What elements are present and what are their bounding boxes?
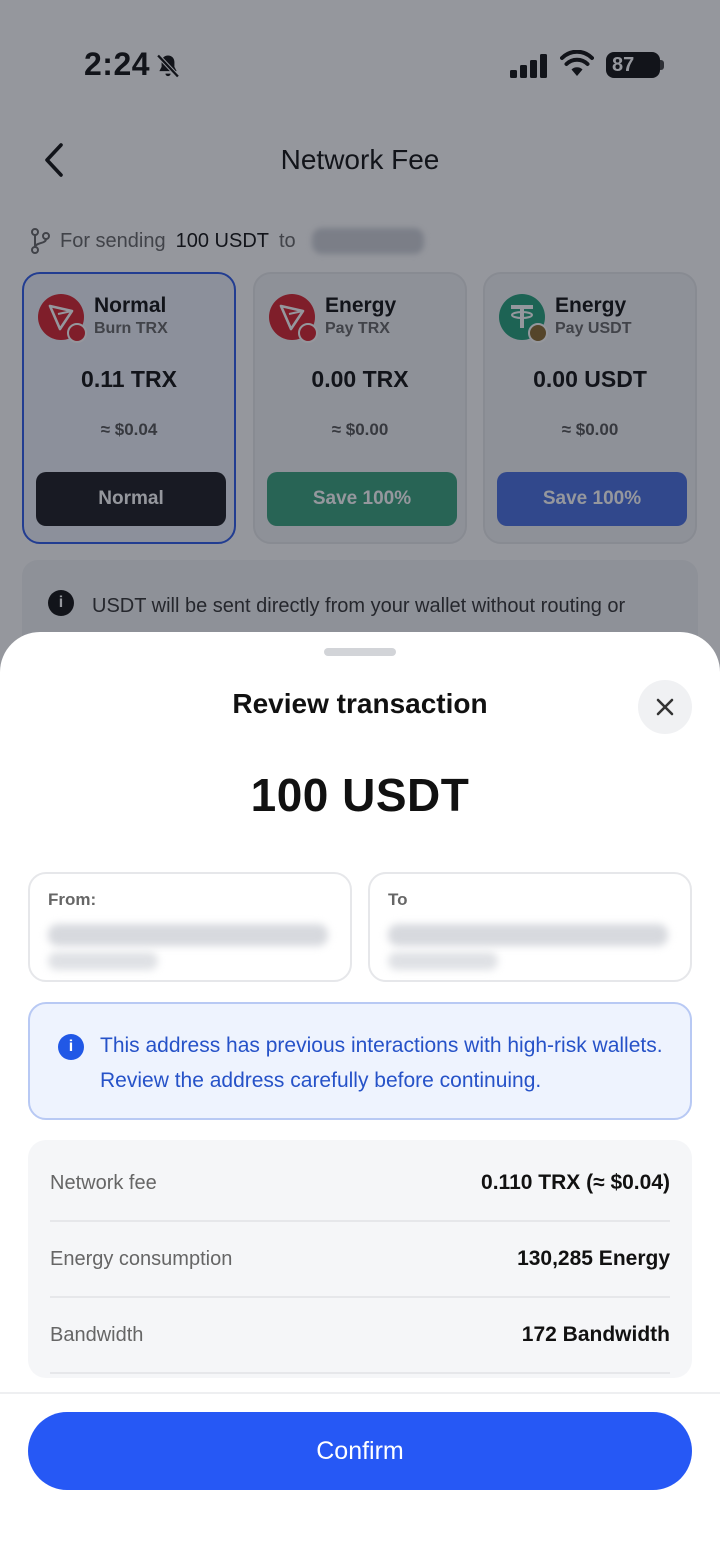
from-label: From: xyxy=(48,890,97,909)
confirm-button[interactable]: Confirm xyxy=(28,1412,692,1490)
detail-value: 0.110 TRX (≈ $0.04) xyxy=(481,1171,670,1194)
from-address-blurred xyxy=(48,924,328,946)
detail-label: Network fee xyxy=(50,1171,157,1194)
detail-label: Bandwidth xyxy=(50,1323,144,1346)
from-address-blurred-line2 xyxy=(48,952,158,970)
close-icon xyxy=(656,698,674,716)
detail-value: 130,285 Energy xyxy=(517,1247,670,1270)
to-address-blurred-line2 xyxy=(388,952,498,970)
detail-row-energy: Energy consumption 130,285 Energy xyxy=(50,1222,670,1298)
sheet-title: Review transaction xyxy=(232,688,488,719)
detail-row-bandwidth: Bandwidth 172 Bandwidth xyxy=(50,1298,670,1374)
to-address-box[interactable]: To xyxy=(368,872,692,982)
to-address-blurred xyxy=(388,924,668,946)
detail-label: Energy consumption xyxy=(50,1247,233,1270)
to-label: To xyxy=(388,890,408,909)
fee-details: Network fee 0.110 TRX (≈ $0.04) Energy c… xyxy=(28,1140,692,1378)
sheet-grabber[interactable] xyxy=(324,648,396,656)
detail-row-network-fee: Network fee 0.110 TRX (≈ $0.04) xyxy=(50,1146,670,1222)
info-icon: i xyxy=(58,1034,84,1060)
from-address-box[interactable]: From: xyxy=(28,872,352,982)
transaction-amount: 100 USDT xyxy=(250,769,470,821)
review-transaction-sheet: Review transaction 100 USDT From: To i T… xyxy=(0,632,720,1564)
risk-warning: i This address has previous interactions… xyxy=(28,1002,692,1120)
risk-warning-text: This address has previous interactions w… xyxy=(100,1034,663,1092)
close-button[interactable] xyxy=(638,680,692,734)
detail-value: 172 Bandwidth xyxy=(521,1323,670,1346)
footer-divider xyxy=(0,1392,720,1394)
